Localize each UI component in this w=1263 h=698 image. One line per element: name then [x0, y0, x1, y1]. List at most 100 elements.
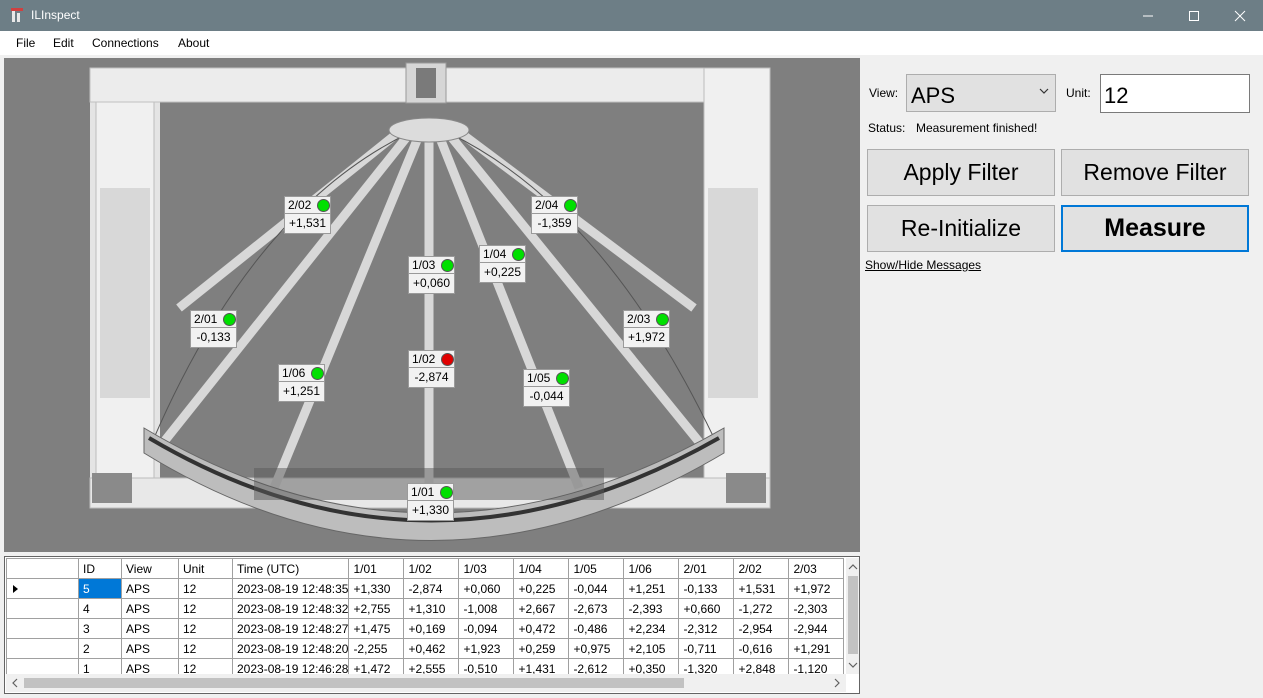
- table-cell[interactable]: +0,225: [513, 578, 570, 599]
- table-cell[interactable]: 2023-08-19 12:48:20: [231, 638, 350, 659]
- remove-filter-button[interactable]: Remove Filter: [1061, 149, 1249, 196]
- table-cell[interactable]: APS: [121, 578, 179, 599]
- table-cell[interactable]: +0,975: [568, 638, 625, 659]
- table-cell[interactable]: -0,094: [458, 618, 515, 639]
- table-cell[interactable]: +0,462: [403, 638, 460, 659]
- table-cell[interactable]: -2,954: [733, 618, 790, 639]
- table-cell[interactable]: +2,234: [623, 618, 680, 639]
- table-cell[interactable]: +1,310: [403, 598, 460, 619]
- table-cell[interactable]: +0,169: [403, 618, 460, 639]
- table-cell[interactable]: 12: [178, 598, 233, 619]
- column-header[interactable]: 1/04: [513, 558, 570, 579]
- table-cell[interactable]: -0,044: [568, 578, 625, 599]
- table-cell[interactable]: -2,673: [568, 598, 625, 619]
- current-row-icon: [13, 584, 18, 593]
- table-cell[interactable]: +1,475: [348, 618, 405, 639]
- table-cell[interactable]: +1,251: [623, 578, 680, 599]
- column-header[interactable]: 1/03: [458, 558, 515, 579]
- table-cell[interactable]: -0,616: [733, 638, 790, 659]
- scrollbar-thumb[interactable]: [848, 576, 858, 654]
- table-cell[interactable]: +1,531: [733, 578, 790, 599]
- reinitialize-button[interactable]: Re-Initialize: [867, 205, 1055, 252]
- table-cell[interactable]: -2,255: [348, 638, 405, 659]
- table-cell[interactable]: -0,133: [678, 578, 735, 599]
- table-cell[interactable]: -0,711: [678, 638, 735, 659]
- horizontal-scrollbar[interactable]: [6, 674, 846, 692]
- table-cell[interactable]: +2,667: [513, 598, 570, 619]
- table-cell[interactable]: +1,291: [788, 638, 845, 659]
- table-cell[interactable]: 3: [78, 618, 122, 639]
- table-cell[interactable]: +0,472: [513, 618, 570, 639]
- table-cell[interactable]: +1,972: [788, 578, 845, 599]
- scrollbar-thumb[interactable]: [24, 678, 684, 688]
- table-cell[interactable]: -2,393: [623, 598, 680, 619]
- table-cell[interactable]: 12: [178, 618, 233, 639]
- row-header-cell[interactable]: [6, 638, 79, 659]
- apply-filter-button[interactable]: Apply Filter: [867, 149, 1055, 196]
- table-cell[interactable]: +0,660: [678, 598, 735, 619]
- menu-bar: File Edit Connections About: [0, 31, 1263, 56]
- vertical-scrollbar[interactable]: [846, 558, 860, 674]
- menu-file[interactable]: File: [16, 36, 35, 50]
- scroll-down-icon[interactable]: [846, 658, 860, 672]
- show-hide-messages-link[interactable]: Show/Hide Messages: [865, 258, 981, 272]
- column-header[interactable]: 2/02: [733, 558, 790, 579]
- menu-connections[interactable]: Connections: [92, 36, 159, 50]
- table-cell[interactable]: APS: [121, 598, 179, 619]
- table-cell[interactable]: +2,105: [623, 638, 680, 659]
- column-header[interactable]: 1/05: [568, 558, 625, 579]
- column-header[interactable]: View: [121, 558, 179, 579]
- table-cell[interactable]: 2023-08-19 12:48:27: [231, 618, 350, 639]
- column-header[interactable]: 1/06: [623, 558, 680, 579]
- table-cell[interactable]: -1,272: [733, 598, 790, 619]
- table-cell[interactable]: 12: [178, 578, 233, 599]
- row-header-cell[interactable]: [6, 598, 79, 619]
- sensor-value: +1,531: [284, 213, 331, 234]
- column-header[interactable]: 2/03: [788, 558, 845, 579]
- table-row[interactable]: 3 APS 12 2023-08-19 12:48:27 +1,475 +0,169 -0,…: [6, 618, 845, 639]
- table-cell[interactable]: -2,944: [788, 618, 845, 639]
- table-cell[interactable]: -1,008: [458, 598, 515, 619]
- table-cell[interactable]: +0,259: [513, 638, 570, 659]
- table-cell[interactable]: APS: [121, 618, 179, 639]
- scroll-left-icon[interactable]: [8, 675, 22, 691]
- chevron-down-icon: [1039, 88, 1049, 94]
- column-header[interactable]: Time (UTC): [231, 558, 350, 579]
- measure-button[interactable]: Measure: [1061, 205, 1249, 252]
- maximize-button[interactable]: [1171, 0, 1217, 31]
- menu-edit[interactable]: Edit: [53, 36, 74, 50]
- table-cell[interactable]: -0,486: [568, 618, 625, 639]
- column-header[interactable]: 2/01: [678, 558, 735, 579]
- scroll-right-icon[interactable]: [830, 675, 844, 691]
- column-header[interactable]: 1/02: [403, 558, 460, 579]
- table-row[interactable]: 2 APS 12 2023-08-19 12:48:20 -2,255 +0,462 +1,…: [6, 638, 845, 659]
- table-cell[interactable]: 12: [178, 638, 233, 659]
- table-row[interactable]: 4 APS 12 2023-08-19 12:48:32 +2,755 +1,310 -1,…: [6, 598, 845, 619]
- table-cell[interactable]: 2: [78, 638, 122, 659]
- table-cell[interactable]: +1,923: [458, 638, 515, 659]
- minimize-button[interactable]: [1125, 0, 1171, 31]
- table-cell[interactable]: 5: [78, 578, 122, 599]
- menu-about[interactable]: About: [178, 36, 209, 50]
- table-cell[interactable]: +1,330: [348, 578, 405, 599]
- table-cell[interactable]: -2,312: [678, 618, 735, 639]
- column-header[interactable]: ID: [78, 558, 122, 579]
- table-cell[interactable]: APS: [121, 638, 179, 659]
- table-cell[interactable]: -2,303: [788, 598, 845, 619]
- close-button[interactable]: [1217, 0, 1263, 31]
- table-cell[interactable]: 4: [78, 598, 122, 619]
- column-header[interactable]: Unit: [178, 558, 233, 579]
- view-select[interactable]: APS: [906, 74, 1056, 112]
- column-header[interactable]: 1/01: [348, 558, 405, 579]
- table-cell[interactable]: -2,874: [403, 578, 460, 599]
- table-row[interactable]: 5 APS 12 2023-08-19 12:48:35 +1,330 -2,874 +0,…: [6, 578, 845, 599]
- table-cell[interactable]: 2023-08-19 12:48:32: [231, 598, 350, 619]
- measurements-grid[interactable]: ID View Unit Time (UTC) 1/01 1/02 1/03 1…: [4, 556, 860, 694]
- table-cell[interactable]: +2,755: [348, 598, 405, 619]
- scroll-up-icon[interactable]: [846, 560, 860, 574]
- table-cell[interactable]: 2023-08-19 12:48:35: [231, 578, 350, 599]
- row-header-cell[interactable]: [6, 618, 79, 639]
- table-cell[interactable]: +0,060: [458, 578, 515, 599]
- unit-input[interactable]: 12: [1100, 74, 1250, 113]
- row-header-cell[interactable]: [6, 578, 79, 599]
